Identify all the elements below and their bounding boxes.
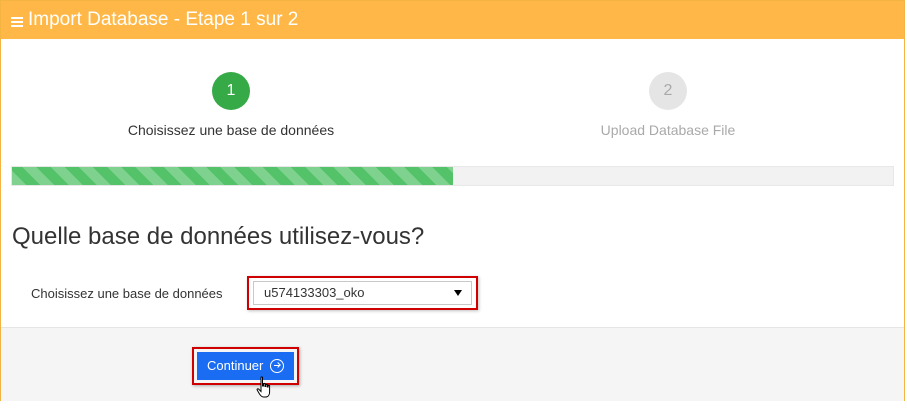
- database-select[interactable]: u574133303_oko: [253, 281, 472, 305]
- step-label: Choisissez une base de données: [127, 122, 335, 138]
- wizard-step-2: 2 Upload Database File: [548, 72, 788, 138]
- caret-down-icon: [454, 290, 462, 296]
- continue-button-label: Continuer: [207, 358, 264, 373]
- page-question: Quelle base de données utilisez-vous?: [12, 223, 425, 250]
- select-highlight: u574133303_oko: [247, 276, 478, 310]
- panel-footer: Continuer: [1, 327, 904, 401]
- panel-header: Import Database - Etape 1 sur 2: [1, 1, 904, 39]
- panel-title: Import Database - Etape 1 sur 2: [28, 9, 299, 30]
- database-select-label: Choisissez une base de données: [31, 286, 223, 301]
- button-highlight: Continuer: [192, 347, 299, 385]
- wizard-step-1: 1 Choisissez une base de données: [111, 72, 351, 138]
- progress-fill: [12, 167, 453, 185]
- database-select-value: u574133303_oko: [264, 285, 365, 300]
- import-database-panel: Import Database - Etape 1 sur 2 1 Choisi…: [0, 0, 905, 401]
- step-number-circle: 1: [212, 72, 250, 110]
- wizard-progress-bar: [11, 166, 894, 186]
- arrow-circle-right-icon: [270, 358, 284, 373]
- step-label: Upload Database File: [600, 122, 736, 138]
- menu-icon: [11, 17, 23, 27]
- hand-pointer-cursor-icon: [256, 376, 271, 398]
- step-number-circle: 2: [649, 72, 687, 110]
- continue-button[interactable]: Continuer: [197, 352, 294, 380]
